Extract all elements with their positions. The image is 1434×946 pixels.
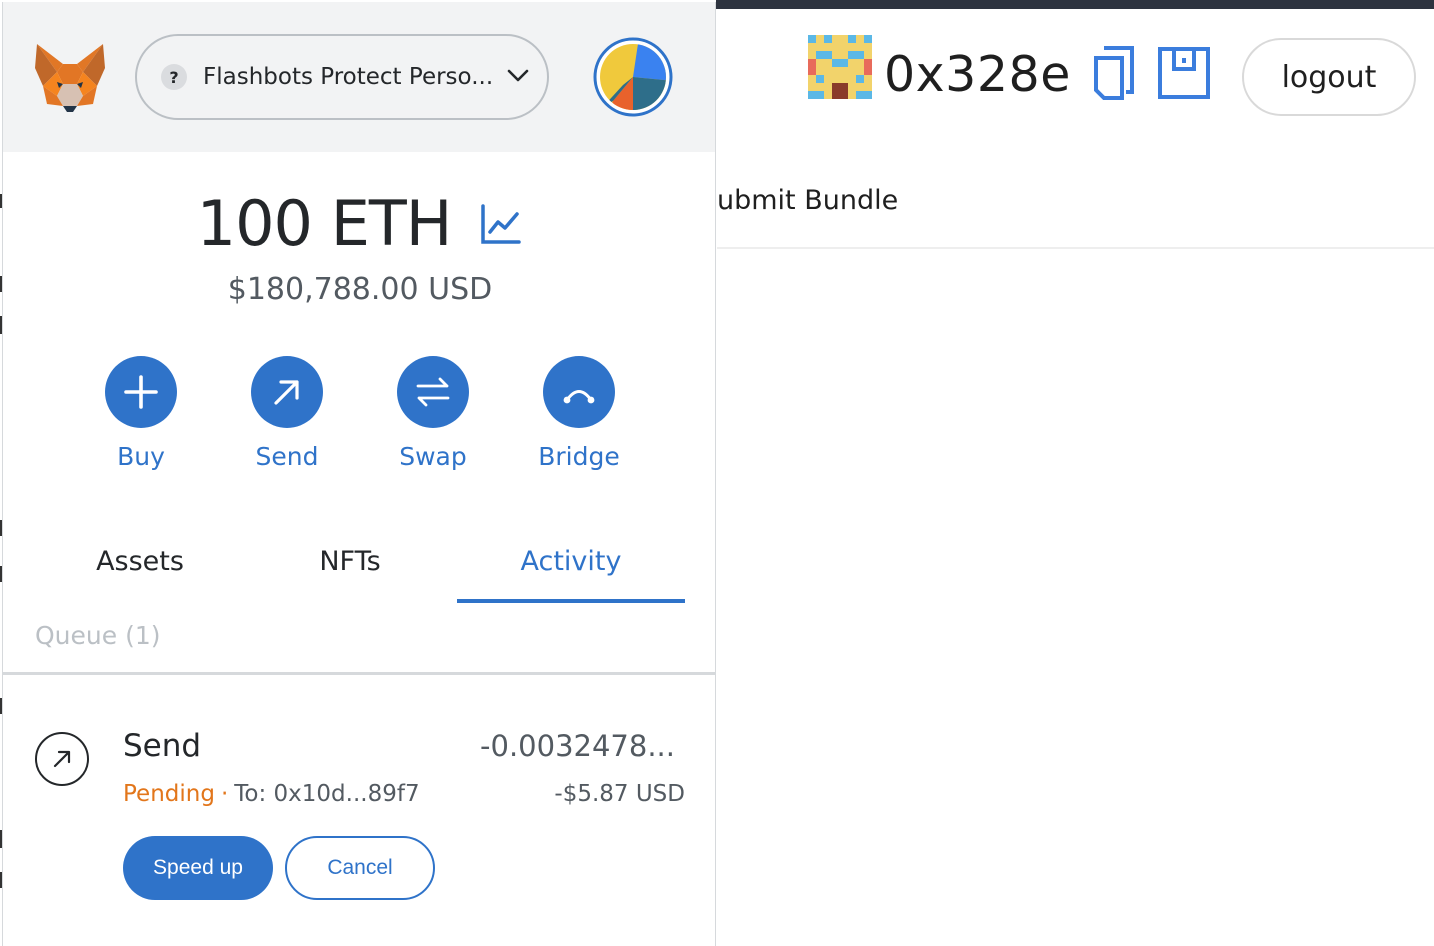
metamask-fox-icon[interactable] xyxy=(33,42,107,112)
send-transaction-icon xyxy=(35,732,89,786)
copy-icon[interactable] xyxy=(1092,44,1138,102)
page-divider xyxy=(717,247,1434,249)
status-separator: · xyxy=(220,781,229,807)
transaction-amount: -0.0032478... xyxy=(480,729,675,763)
buy-button[interactable]: Buy xyxy=(91,356,191,474)
tab-activity[interactable]: Activity xyxy=(457,537,685,603)
chevron-down-icon xyxy=(507,69,529,82)
usd-balance: $180,788.00 USD xyxy=(227,272,493,307)
queue-divider xyxy=(3,672,715,675)
account-address: 0x328e xyxy=(884,46,1071,103)
bridge-button[interactable]: Bridge xyxy=(529,356,629,474)
queue-heading: Queue (1) xyxy=(35,621,161,650)
network-label: Flashbots Protect Perso... xyxy=(203,64,493,90)
transaction-amount-usd: -$5.87 USD xyxy=(554,781,685,807)
logout-button[interactable]: logout xyxy=(1242,38,1416,116)
buy-label: Buy xyxy=(117,442,165,471)
swap-label: Swap xyxy=(399,442,467,471)
network-help-icon: ? xyxy=(161,64,187,90)
swap-arrows-icon xyxy=(416,377,450,407)
balance-row: 100 ETH xyxy=(3,184,715,264)
bridge-label: Bridge xyxy=(538,442,620,471)
bridge-icon xyxy=(563,390,595,404)
wallet-actions: Buy Send Swap Bridge xyxy=(3,356,715,486)
portfolio-chart-icon[interactable] xyxy=(479,202,523,246)
swap-button[interactable]: Swap xyxy=(383,356,483,474)
account-avatar-icon[interactable] xyxy=(593,37,673,117)
transaction-list-item[interactable]: Send Pending · To: 0x10d...89f7 -0.0032478… xyxy=(3,676,715,946)
plus-icon xyxy=(124,375,158,409)
send-label: Send xyxy=(255,442,319,471)
metamask-popup: ? Flashbots Protect Perso... 100 ETH $18… xyxy=(2,2,716,946)
wallet-tabs: Assets NFTs Activity xyxy=(3,537,715,603)
cancel-button[interactable]: Cancel xyxy=(285,836,435,900)
tab-nfts[interactable]: NFTs xyxy=(253,537,447,599)
transaction-status: Pending xyxy=(123,781,215,807)
page-top-bar xyxy=(716,0,1434,9)
arrow-up-right-icon xyxy=(53,750,71,768)
network-selector[interactable]: ? Flashbots Protect Perso... xyxy=(135,34,549,120)
pixel-avatar-icon xyxy=(808,35,872,99)
submit-bundle-nav-item[interactable]: ubmit Bundle xyxy=(717,182,898,220)
transaction-recipient: To: 0x10d...89f7 xyxy=(234,781,420,807)
wallet-header: ? Flashbots Protect Perso... xyxy=(3,2,715,152)
eth-balance: 100 ETH xyxy=(196,187,453,260)
tab-assets[interactable]: Assets xyxy=(43,537,237,599)
speed-up-button[interactable]: Speed up xyxy=(123,836,273,900)
save-icon[interactable] xyxy=(1158,47,1210,99)
transaction-subtitle: Pending · To: 0x10d...89f7 xyxy=(123,778,420,810)
send-button[interactable]: Send xyxy=(237,356,337,474)
transaction-title: Send xyxy=(123,728,202,764)
arrow-up-right-icon xyxy=(274,380,299,405)
